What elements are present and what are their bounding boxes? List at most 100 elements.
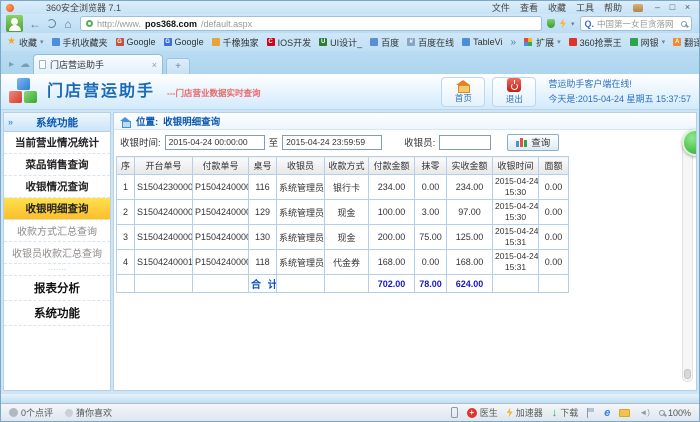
bookmark-item[interactable]: #百度在线 [407,36,454,49]
cell: S15042300001 [135,175,193,200]
search-suggestion: 中国第一女巨贪落网 [597,18,677,30]
content-scrollbar[interactable] [682,137,693,382]
speed-mode-icon[interactable] [560,19,566,29]
status-item[interactable]: 下载 [552,406,579,419]
bookmark-item[interactable]: 手机收藏夹 [52,36,108,49]
column-header: 付款金额 [369,157,415,175]
status-item[interactable] [619,409,630,417]
menu-bar: 文件查看收藏工具帮助 [487,1,627,14]
menu-item[interactable]: 文件 [492,1,510,14]
cell: S15042400010 [135,250,193,275]
back-button[interactable]: ← [28,17,42,31]
bookmark-item[interactable]: UUI设计_ [319,36,362,49]
bookmark-item[interactable]: 千橡独家 [212,36,259,49]
cell: 125.00 [447,225,493,250]
sidebar-item[interactable]: 收款方式汇总查询 [4,220,110,242]
sidebar-item[interactable]: 收银情况查询 [4,176,110,198]
cell: 系统管理员 [277,200,325,225]
total-cell [193,275,249,293]
sidebar-item[interactable]: 收银员收款汇总查询 [4,242,110,264]
column-header: 付款单号 [193,157,249,175]
status-item[interactable]: 猜你喜欢 [65,406,112,419]
total-cell [325,275,369,293]
status-item[interactable]: 100% [659,408,691,418]
user-avatar[interactable] [6,15,23,32]
status-item[interactable] [451,407,458,418]
close-button[interactable]: × [681,2,694,13]
column-header: 抹零 [415,157,447,175]
bookmark-item[interactable]: 百度 [370,36,399,49]
exit-button[interactable]: 退出 [492,77,536,107]
plugin-item[interactable]: 扩展▾ [524,36,561,49]
plugin-item[interactable]: 网银▾ [630,36,666,49]
home-button[interactable]: ⌂ [61,17,75,31]
sidebar-section[interactable]: 报表分析 [4,276,110,301]
collapse-icon[interactable]: » [8,117,13,127]
plugin-item[interactable]: 360抢票王 [569,36,622,49]
chart-icon [516,137,527,147]
tab-active[interactable]: 门店营运助手 × [33,54,163,74]
sidebar-section[interactable]: 系统功能 [4,301,110,326]
time-to-input[interactable] [282,135,382,150]
cell: 现金 [325,225,369,250]
address-bar[interactable]: http://www.pos368.com/default.aspx [80,16,542,31]
skin-icon[interactable] [633,4,643,12]
url-path: /default.aspx [201,19,252,29]
plugin-item[interactable]: A翻译▾ [673,36,699,49]
security-shield-icon[interactable] [547,19,555,28]
mode-caret-icon[interactable]: ▾ [571,20,575,28]
bookmark-item[interactable]: TableVi [462,37,502,47]
tab-close-icon[interactable]: × [152,60,157,70]
minimize-button[interactable]: – [651,2,664,13]
search-box[interactable]: Q. 中国第一女巨贪落网 [580,16,692,31]
status-item[interactable]: 0个点评 [9,406,53,419]
cloud-sync-icon[interactable]: ☁ [20,59,30,70]
restore-button[interactable]: □ [666,2,679,13]
total-cell: 624.00 [447,275,493,293]
status-item[interactable] [587,408,595,418]
bolt-icon [507,408,513,418]
column-header: 面额 [539,157,569,175]
query-button[interactable]: 查询 [507,134,559,151]
online-status: 营运助手客户端在线! [548,77,691,91]
status-item[interactable] [639,408,650,417]
home-page-button[interactable]: 首页 [441,77,485,107]
location-home-icon [120,117,131,126]
menu-item[interactable]: 工具 [576,1,594,14]
status-label: 加速器 [516,406,543,419]
web-page: 门店营运助手 ---门店营业数据实时查询 首页 退出 营运助手客户端在线! 今天… [1,74,699,405]
restore-tabs-icon[interactable]: ▸ [9,59,14,70]
cell: 0.00 [539,250,569,275]
bookmark-item[interactable]: GGoogle [116,37,156,47]
favicon-icon [212,38,220,46]
status-item[interactable]: 加速器 [507,406,543,419]
search-icon[interactable] [681,21,687,27]
url-domain: pos368.com [145,19,197,29]
sidebar-item[interactable]: 当前营业情况统计 [4,132,110,154]
bookmark-label: Google [127,37,156,47]
menu-item[interactable]: 帮助 [604,1,622,14]
cashier-input[interactable] [439,135,491,150]
status-label: 医生 [480,406,498,419]
bookmark-item[interactable]: ★收藏▾ [7,36,44,49]
sidebar-item[interactable]: 收银明细查询 [4,198,110,220]
bookmark-label: 手机收藏夹 [63,36,108,49]
time-from-input[interactable] [165,135,265,150]
bookmarks-overflow-icon[interactable]: » [511,37,517,48]
status-right: 医生 加速器下载 100% [451,406,691,419]
status-item[interactable] [604,407,610,419]
bookmark-item[interactable]: CIOS开发 [267,36,312,49]
cell: P15042400005 [193,250,249,275]
bookmarks-list: ★收藏▾ 手机收藏夹 GGoogle GGoogle 千橡独家 CIOS开发 UUI设计_ 百… [7,36,503,49]
cell: 代金券 [325,250,369,275]
menu-item[interactable]: 收藏 [548,1,566,14]
scrollbar-thumb[interactable] [684,369,691,379]
title-bar: 360安全浏览器 7.1 文件查看收藏工具帮助 – □ × [1,1,699,14]
refresh-button[interactable] [47,19,56,28]
sidebar-separator: ······· [4,264,110,276]
new-tab-button[interactable]: + [166,58,190,74]
bookmark-item[interactable]: GGoogle [164,37,204,47]
menu-item[interactable]: 查看 [520,1,538,14]
status-item[interactable]: 医生 [467,406,498,419]
sidebar-item[interactable]: 菜品销售查询 [4,154,110,176]
